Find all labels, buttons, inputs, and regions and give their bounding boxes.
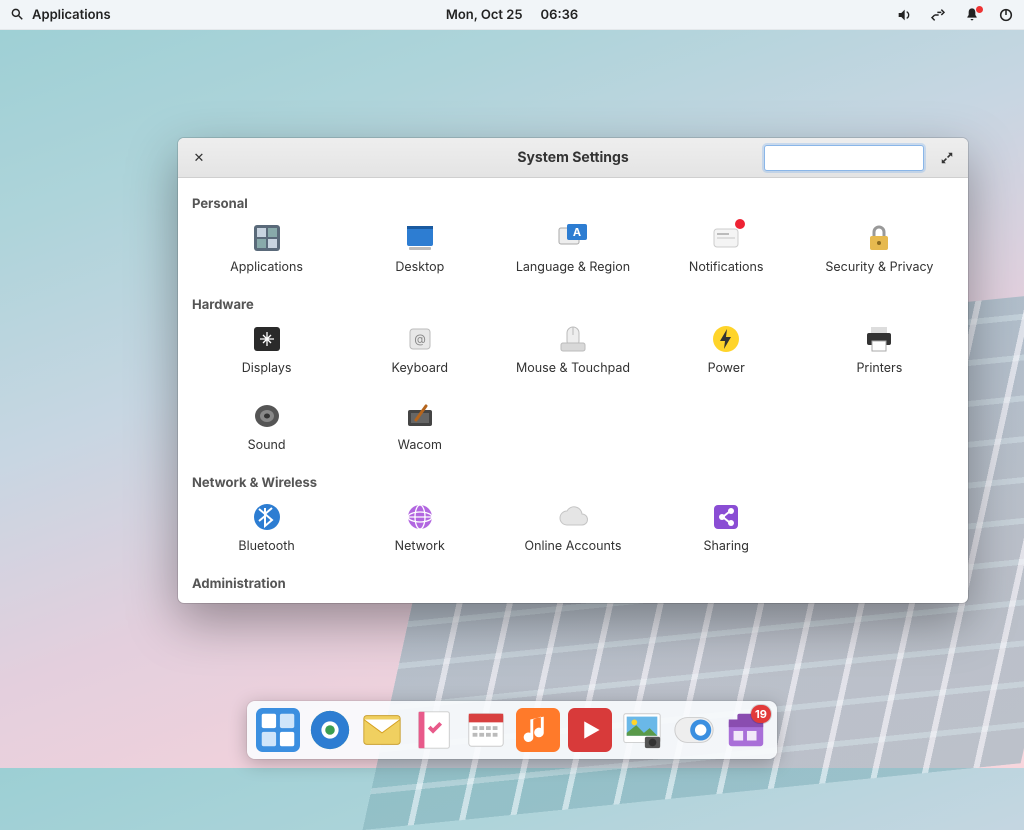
dock-badge: 19: [751, 705, 771, 723]
item-label: Security & Privacy: [825, 260, 933, 275]
panel-date[interactable]: Mon, Oct 25: [446, 7, 523, 23]
settings-displays[interactable]: Displays: [190, 321, 343, 378]
dock-app-center[interactable]: 19: [723, 707, 769, 753]
dock-system-settings[interactable]: [671, 707, 717, 753]
svg-text:A: A: [573, 225, 581, 239]
settings-network[interactable]: Network: [343, 499, 496, 556]
item-label: Network: [395, 539, 445, 554]
sharing-icon: [710, 501, 742, 533]
svg-text:@: @: [414, 331, 426, 346]
dock-tasks[interactable]: [411, 707, 457, 753]
section-personal: Applications Desktop A Language & Region: [190, 220, 956, 277]
volume-indicator[interactable]: [896, 7, 912, 23]
settings-sharing[interactable]: Sharing: [650, 499, 803, 556]
settings-sound[interactable]: Sound: [190, 398, 343, 455]
settings-mouse-touchpad[interactable]: Mouse & Touchpad: [496, 321, 649, 378]
settings-desktop[interactable]: Desktop: [343, 220, 496, 277]
item-label: Power: [708, 361, 745, 376]
item-label: Notifications: [689, 260, 764, 275]
item-label: Language & Region: [516, 260, 630, 275]
settings-security-privacy[interactable]: Security & Privacy: [803, 220, 956, 277]
desktop-icon: [404, 222, 436, 254]
keyboard-icon: @: [404, 323, 436, 355]
item-label: Wacom: [398, 438, 442, 453]
item-label: Sound: [248, 438, 286, 453]
section-network: Bluetooth Network Online Accounts Sharin…: [190, 499, 956, 556]
window-maximize-button[interactable]: [936, 147, 958, 169]
settings-wacom[interactable]: Wacom: [343, 398, 496, 455]
mouse-icon: [557, 323, 589, 355]
network-indicator[interactable]: [930, 7, 946, 23]
cloud-icon: [557, 501, 589, 533]
applications-icon: [251, 222, 283, 254]
dock-web-browser[interactable]: [307, 707, 353, 753]
item-label: Keyboard: [392, 361, 448, 376]
section-admin-label: Administration: [192, 576, 956, 592]
wacom-icon: [404, 400, 436, 432]
item-label: Bluetooth: [238, 539, 294, 554]
power-icon: [710, 323, 742, 355]
settings-content: Personal Applications Desktop A Language…: [178, 178, 968, 603]
system-settings-window: ✕ System Settings Personal Applications: [178, 138, 968, 603]
settings-online-accounts[interactable]: Online Accounts: [496, 499, 649, 556]
dock-calendar[interactable]: [463, 707, 509, 753]
session-indicator[interactable]: [998, 7, 1014, 23]
item-label: Printers: [856, 361, 902, 376]
dock-videos[interactable]: [567, 707, 613, 753]
section-personal-label: Personal: [192, 196, 956, 212]
item-label: Displays: [242, 361, 292, 376]
printers-icon: [863, 323, 895, 355]
notifications-red-dot: [735, 219, 745, 229]
window-close-button[interactable]: ✕: [188, 147, 210, 169]
settings-power[interactable]: Power: [650, 321, 803, 378]
notifications-icon: [710, 222, 742, 254]
section-network-label: Network & Wireless: [192, 475, 956, 491]
item-label: Applications: [230, 260, 303, 275]
lock-icon: [863, 222, 895, 254]
dock-mail[interactable]: [359, 707, 405, 753]
settings-notifications[interactable]: Notifications: [650, 220, 803, 277]
section-hardware-label: Hardware: [192, 297, 956, 313]
item-label: Desktop: [395, 260, 444, 275]
bluetooth-icon: [251, 501, 283, 533]
panel-time[interactable]: 06:36: [541, 7, 579, 23]
item-label: Online Accounts: [525, 539, 622, 554]
applications-menu[interactable]: Applications: [32, 7, 111, 23]
settings-printers[interactable]: Printers: [803, 321, 956, 378]
item-label: Mouse & Touchpad: [516, 361, 630, 376]
settings-applications[interactable]: Applications: [190, 220, 343, 277]
settings-keyboard[interactable]: @ Keyboard: [343, 321, 496, 378]
dock-music[interactable]: [515, 707, 561, 753]
window-title: System Settings: [517, 149, 628, 166]
dock-multitasking[interactable]: [255, 707, 301, 753]
network-icon: [404, 501, 436, 533]
applications-search-icon[interactable]: [10, 5, 32, 25]
displays-icon: [251, 323, 283, 355]
dock: 19: [247, 701, 777, 759]
settings-bluetooth[interactable]: Bluetooth: [190, 499, 343, 556]
section-hardware: Displays @ Keyboard Mouse & Touchpad Pow…: [190, 321, 956, 455]
settings-language-region[interactable]: A Language & Region: [496, 220, 649, 277]
settings-search[interactable]: [764, 145, 924, 171]
top-panel: Applications Mon, Oct 25 06:36: [0, 0, 1024, 30]
dock-photos[interactable]: [619, 707, 665, 753]
window-titlebar: ✕ System Settings: [178, 138, 968, 178]
language-icon: A: [557, 222, 589, 254]
notifications-indicator[interactable]: [964, 7, 980, 23]
item-label: Sharing: [703, 539, 748, 554]
sound-icon: [251, 400, 283, 432]
notifications-badge-dot: [976, 6, 983, 13]
